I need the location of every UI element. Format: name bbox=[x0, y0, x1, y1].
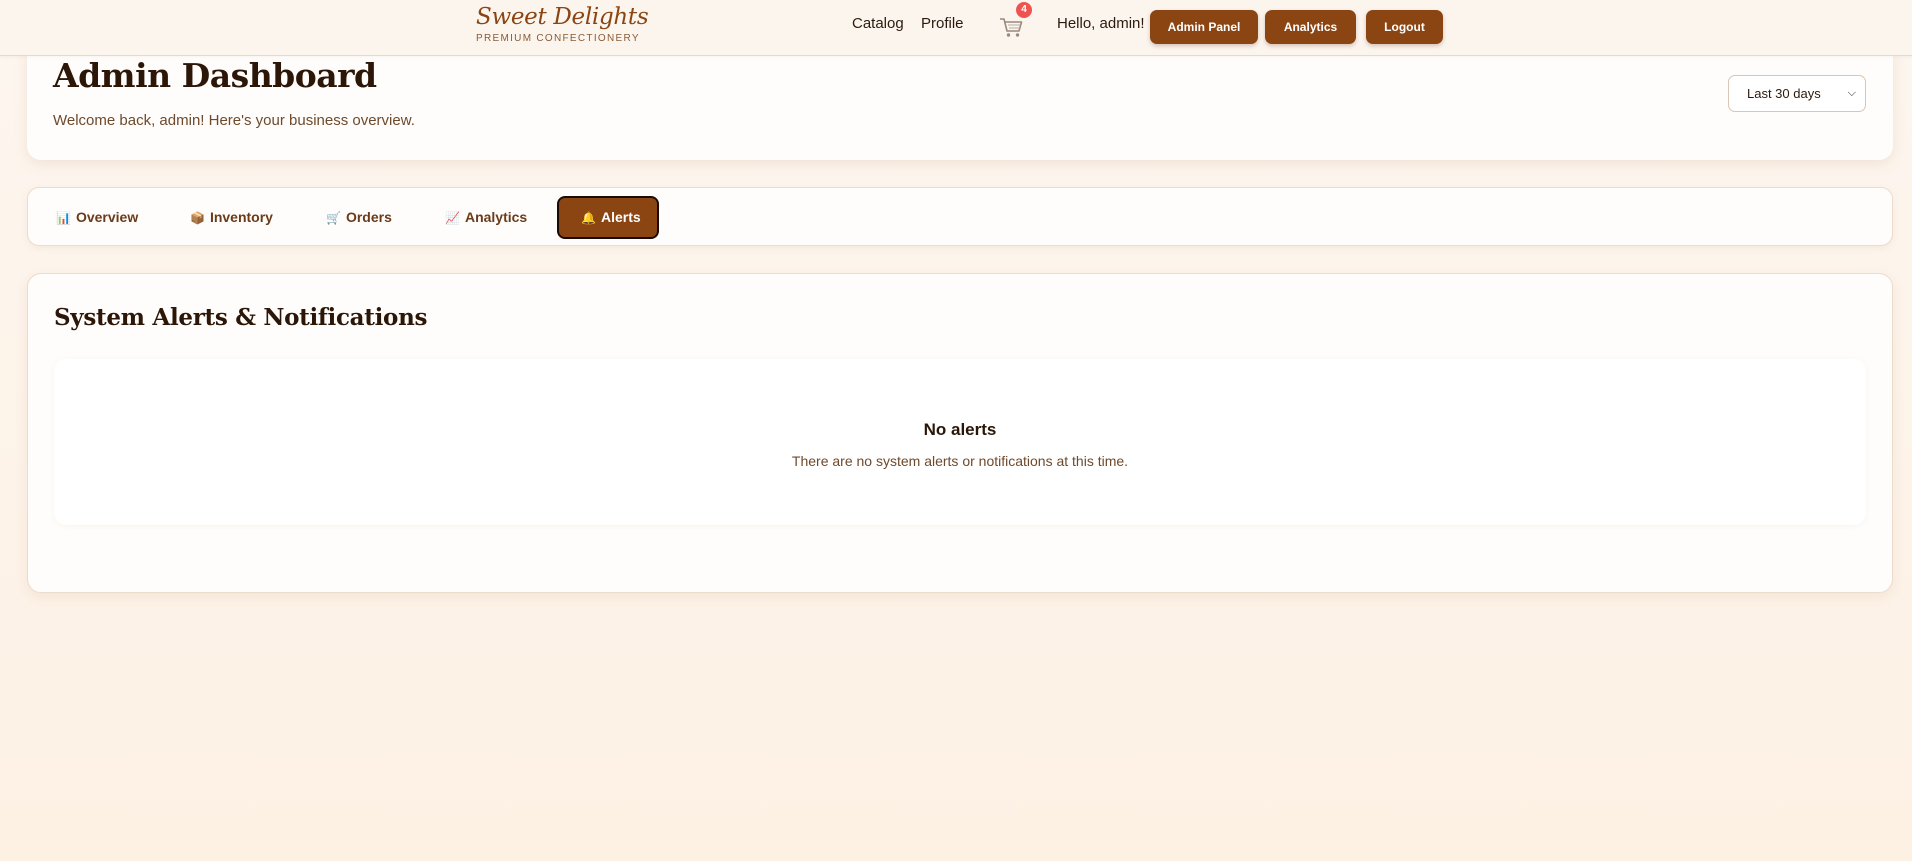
section-title: System Alerts & Notifications bbox=[54, 304, 428, 331]
tab-label: Orders bbox=[345, 209, 392, 225]
page-title: Admin Dashboard bbox=[53, 56, 377, 95]
nav-link-catalog[interactable]: Catalog bbox=[852, 15, 904, 32]
tab-overview[interactable]: 📊 Overview bbox=[56, 196, 138, 239]
empty-state: No alerts There are no system alerts or … bbox=[54, 359, 1866, 525]
trend-chart-icon: 📈 bbox=[445, 211, 460, 225]
top-navbar: Sweet Delights PREMIUM CONFECTIONERY Cat… bbox=[0, 0, 1912, 56]
brand-tagline: PREMIUM CONFECTIONERY bbox=[476, 33, 640, 44]
brand-name: Sweet Delights bbox=[476, 4, 649, 30]
empty-state-message: There are no system alerts or notificati… bbox=[791, 453, 1129, 469]
welcome-message: Welcome back, admin! Here's your busines… bbox=[53, 112, 415, 129]
tab-inventory[interactable]: 📦 Inventory bbox=[190, 196, 273, 239]
cart-icon: 🛒 bbox=[326, 211, 341, 225]
package-icon: 📦 bbox=[190, 211, 205, 225]
date-range-select[interactable]: Last 30 days ⌵ bbox=[1728, 75, 1866, 112]
analytics-button[interactable]: Analytics bbox=[1265, 10, 1356, 44]
empty-state-title: No alerts bbox=[923, 420, 997, 439]
date-range-value: Last 30 days bbox=[1747, 86, 1821, 101]
tab-label: Alerts bbox=[600, 209, 641, 225]
tab-orders[interactable]: 🛒 Orders bbox=[326, 196, 392, 239]
tab-label: Analytics bbox=[464, 209, 528, 225]
tab-analytics[interactable]: 📈 Analytics bbox=[445, 196, 527, 239]
tab-label: Overview bbox=[75, 209, 139, 225]
bell-icon: 🔔 bbox=[581, 211, 596, 225]
dashboard-tabs: 📊 Overview 📦 Inventory 🛒 Orders 📈 Analytics … bbox=[27, 187, 1893, 246]
nav-link-profile[interactable]: Profile bbox=[921, 15, 964, 32]
alerts-panel: System Alerts & Notifications No alerts … bbox=[27, 273, 1893, 593]
bar-chart-icon: 📊 bbox=[56, 211, 71, 225]
tab-alerts[interactable]: 🔔 Alerts bbox=[557, 196, 659, 239]
user-greeting: Hello, admin! bbox=[1057, 15, 1145, 32]
brand-logo[interactable]: Sweet Delights PREMIUM CONFECTIONERY bbox=[476, 2, 649, 44]
cart-count-badge: 4 bbox=[1016, 2, 1032, 18]
tab-label: Inventory bbox=[209, 209, 273, 225]
dashboard-header: Admin Dashboard Welcome back, admin! Her… bbox=[27, 40, 1893, 160]
cart-icon[interactable] bbox=[998, 14, 1024, 40]
logout-button[interactable]: Logout bbox=[1366, 10, 1443, 44]
admin-panel-button[interactable]: Admin Panel bbox=[1150, 10, 1258, 44]
chevron-down-icon: ⌵ bbox=[1847, 87, 1856, 99]
